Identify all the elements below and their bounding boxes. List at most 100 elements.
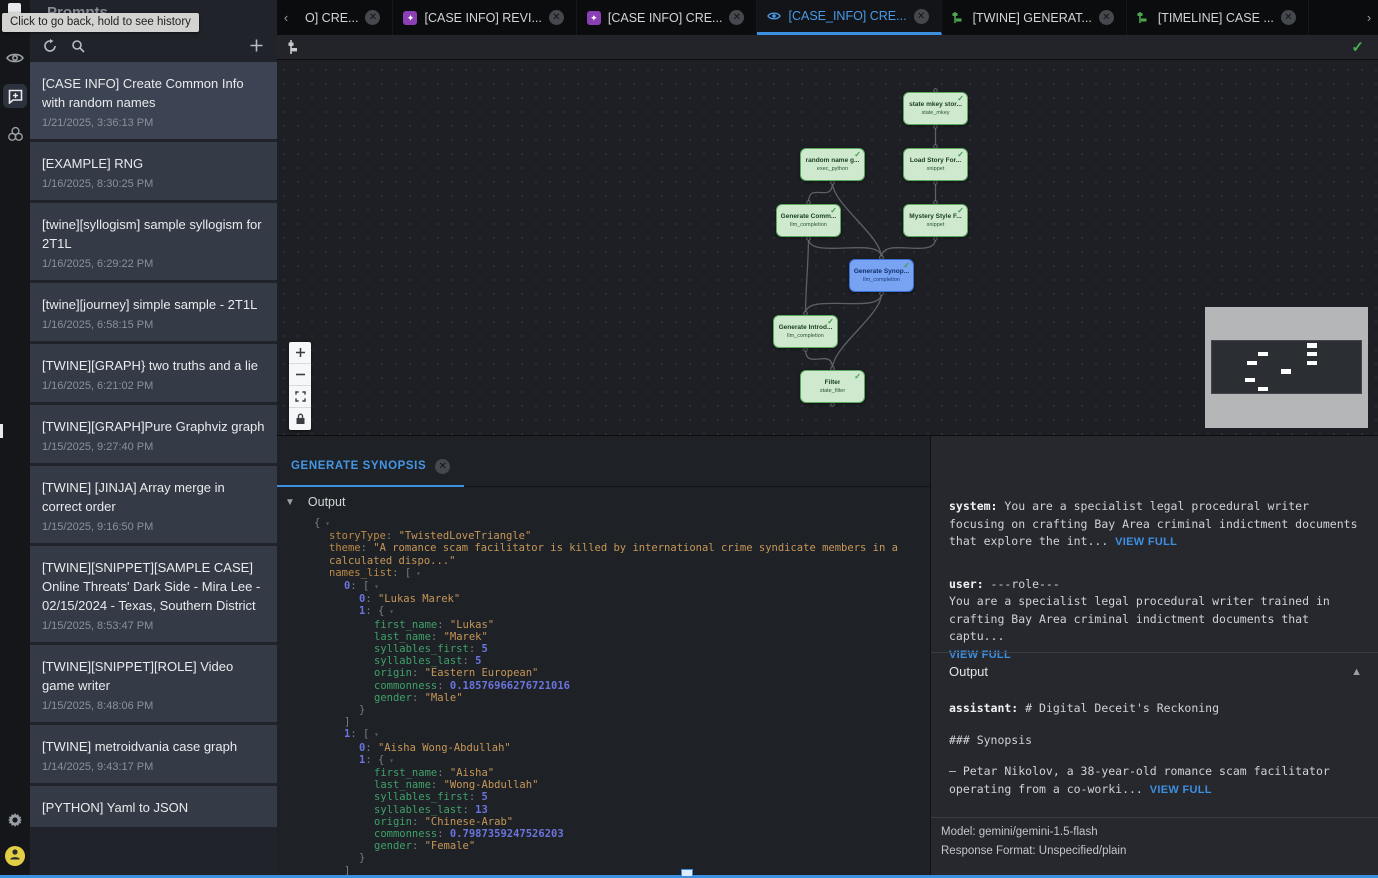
list-item[interactable]: [TWINE] [JINJA] Array merge in correct o…	[30, 466, 277, 543]
tab-close-icon[interactable]: ✕	[1281, 10, 1296, 25]
prompt-bubble-icon: ✦	[587, 11, 601, 25]
tab--twine-generat-[interactable]: [TWINE] GENERAT... ✕	[942, 0, 1127, 35]
json-token: "Male"	[425, 692, 463, 704]
flow-node-snippet[interactable]: Load Story For...snippet✓	[903, 148, 968, 181]
canvas-zoom-controls	[289, 342, 311, 430]
tab-close-icon[interactable]: ✕	[914, 9, 929, 24]
json-token: "Wong-Abdullah"	[444, 779, 539, 791]
plus-icon	[249, 38, 264, 56]
node-subtitle: llm_completion	[863, 277, 900, 283]
user-avatar[interactable]	[5, 846, 25, 866]
tab-close-icon[interactable]: ✕	[729, 10, 744, 25]
result-tab-close-icon[interactable]: ✕	[435, 459, 450, 474]
list-item[interactable]: [TWINE][GRAPH]Pure Graphviz graph1/15/20…	[30, 405, 277, 463]
list-item[interactable]: [EXAMPLE] RNG1/16/2025, 8:30:25 PM	[30, 142, 277, 200]
chevron-down-icon[interactable]: ▼	[285, 497, 295, 508]
tabs-scroll-right-icon[interactable]: ›	[1360, 0, 1378, 35]
list-item[interactable]: [TWINE] metroidvania case graph1/14/2025…	[30, 725, 277, 783]
list-item[interactable]: [twine][syllogism] sample syllogism for …	[30, 203, 277, 280]
search-button[interactable]	[68, 37, 88, 57]
panel-resize-handle[interactable]	[0, 424, 3, 438]
json-token: :	[392, 567, 405, 579]
tab-generate-synopsis[interactable]: GENERATE SYNOPSIS ✕	[277, 447, 464, 487]
flow-node-llm_completion[interactable]: Generate Synop...llm_completion✓	[849, 259, 914, 292]
tab-o-cre-[interactable]: O] CRE...✕	[295, 0, 393, 35]
list-item[interactable]: [CASE INFO] Create Common Info with rand…	[30, 62, 277, 139]
json-line: 0: "Aisha Wong-Abdullah"	[277, 742, 930, 754]
json-token: :	[437, 767, 450, 779]
tab-close-icon[interactable]: ✕	[365, 10, 380, 25]
tab--case-info-cre-[interactable]: [CASE_INFO] CRE...✕	[757, 0, 941, 35]
minimap-viewport[interactable]	[1211, 340, 1362, 394]
json-line: { ▾	[277, 517, 930, 530]
json-token: 0.7987359247526203	[450, 828, 564, 840]
list-item[interactable]: [twine][journey] simple sample - 2T1L1/1…	[30, 283, 277, 341]
flow-node-state_filter[interactable]: Filterstate_filter✓	[800, 370, 865, 403]
json-token: :	[365, 742, 378, 754]
json-token: calculated dispo..."	[329, 555, 455, 567]
json-token: :	[350, 580, 363, 592]
eye-view-button[interactable]	[3, 46, 27, 70]
json-token: :	[386, 530, 399, 542]
refresh-button[interactable]	[40, 37, 60, 57]
json-token: }	[359, 704, 365, 716]
json-token: syllables_last	[374, 804, 463, 816]
tab--timeline-case-[interactable]: [TIMELINE] CASE ...✕	[1127, 0, 1309, 35]
tab-close-icon[interactable]: ✕	[549, 10, 564, 25]
list-item[interactable]: [PYTHON] Yaml to JSON	[30, 786, 277, 827]
json-token: syllables_first	[374, 791, 469, 803]
bottom-resize-handle[interactable]	[681, 869, 693, 877]
flow-node-llm_completion[interactable]: Generate Introd...llm_completion✓	[773, 315, 838, 348]
tabs-scroll-left-icon[interactable]: ‹	[277, 0, 295, 35]
zoom-in-button[interactable]	[289, 342, 311, 364]
add-prompt-button[interactable]	[246, 37, 266, 57]
system-view-full-link[interactable]: VIEW FULL	[1115, 536, 1177, 548]
json-token: ▾	[384, 756, 394, 765]
list-item[interactable]: [TWINE][SNIPPET][ROLE] Video game writer…	[30, 645, 277, 722]
node-title: Generate Introd...	[779, 324, 833, 331]
flow-node-state_mkey[interactable]: state mkey stor...state_mkey✓	[903, 92, 968, 125]
tab--case-info-cre-[interactable]: ✦[CASE INFO] CRE...✕	[577, 0, 758, 35]
tab-bar: ‹ O] CRE...✕✦[CASE INFO] REVI...✕✦[CASE …	[277, 0, 1378, 35]
prompts-button[interactable]	[3, 84, 27, 108]
json-token: :	[463, 804, 476, 816]
flow-node-exec_python[interactable]: random name g...exec_python✓	[800, 148, 865, 181]
tab--case-info-revi-[interactable]: ✦[CASE INFO] REVI...✕	[393, 0, 576, 35]
minimap-node	[1281, 369, 1291, 374]
flow-canvas[interactable]: ✓ state mkey stor...state_mkey✓random na…	[277, 35, 1378, 435]
user-view-full-link[interactable]: VIEW FULL	[949, 649, 1011, 661]
settings-button[interactable]	[3, 808, 27, 832]
fit-view-button[interactable]	[289, 386, 311, 408]
flow-layout-icon[interactable]	[288, 40, 301, 59]
prompt-list: [CASE INFO] Create Common Info with rand…	[30, 62, 277, 878]
flow-node-snippet[interactable]: Mystery Style F...snippet✓	[903, 204, 968, 237]
prompt-item-timestamp: 1/16/2025, 6:29:22 PM	[42, 258, 265, 270]
tab-label: [TWINE] GENERAT...	[973, 11, 1092, 25]
json-token: 5	[481, 791, 487, 803]
zoom-out-button[interactable]	[289, 364, 311, 386]
lock-button[interactable]	[289, 408, 311, 430]
output-header[interactable]: Output ▲	[949, 664, 1362, 679]
assistant-text: – Petar Nikolov, a 38-year-old romance s…	[949, 763, 1362, 799]
list-item[interactable]: [TWINE][GRAPH} two truths and a lie1/16/…	[30, 344, 277, 402]
prompt-item-timestamp: 1/15/2025, 9:16:50 PM	[42, 521, 265, 533]
flows-button[interactable]	[3, 122, 27, 146]
node-title: Mystery Style F...	[909, 213, 961, 220]
json-line: gender: "Female"	[277, 840, 930, 852]
user-role-label: user:	[949, 577, 984, 591]
minimap[interactable]	[1205, 307, 1368, 428]
json-line: 1: { ▾	[277, 754, 930, 767]
output-section-header[interactable]: ▼ Output	[285, 495, 345, 509]
list-item[interactable]: [TWINE][SNIPPET][SAMPLE CASE] Online Thr…	[30, 546, 277, 642]
json-output-view[interactable]: { ▾storyType: "TwistedLoveTriangle"theme…	[277, 517, 930, 878]
minimap-node	[1307, 343, 1317, 348]
chevron-up-icon[interactable]: ▲	[1351, 666, 1362, 678]
node-title: Filter	[825, 379, 841, 386]
json-token: ▾	[369, 730, 379, 739]
assistant-view-full-link[interactable]: VIEW FULL	[1150, 784, 1212, 796]
json-token: ▾	[320, 519, 330, 528]
flow-node-llm_completion[interactable]: Generate Comm...llm_completion✓	[776, 204, 841, 237]
node-subtitle: llm_completion	[787, 333, 824, 339]
tab-close-icon[interactable]: ✕	[1099, 10, 1114, 25]
json-token: gender	[374, 692, 412, 704]
